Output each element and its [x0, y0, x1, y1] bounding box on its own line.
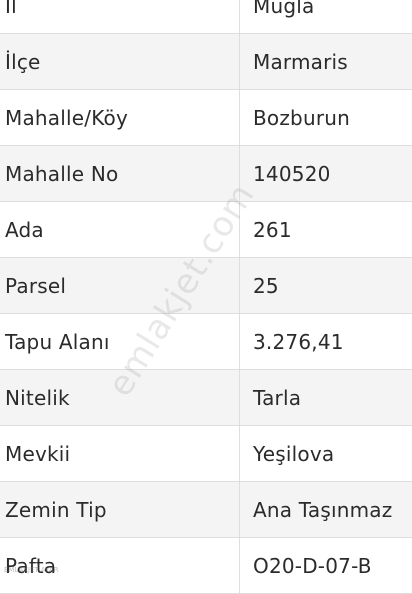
row-value: Ana Taşınmaz	[253, 497, 393, 522]
table-row: Mahalle/Köy Bozburun	[0, 90, 412, 146]
table-row: Pafta O20-D-07-B	[0, 538, 412, 594]
row-value: 261	[253, 217, 292, 242]
table-row: Mahalle No 140520	[0, 146, 412, 202]
row-label: Nitelik	[0, 370, 240, 425]
row-value: Marmaris	[253, 49, 348, 74]
row-label: Ada	[0, 202, 240, 257]
bottom-watermark: EMLAKJET AYAR	[4, 566, 59, 574]
row-value: 140520	[253, 161, 331, 186]
row-value: O20-D-07-B	[253, 553, 372, 578]
table-row: Nitelik Tarla	[0, 370, 412, 426]
row-label: Mahalle No	[0, 146, 240, 201]
row-value: Muğla	[253, 0, 315, 18]
row-value: 25	[253, 273, 279, 298]
table-row: Tapu Alanı 3.276,41	[0, 314, 412, 370]
row-label: İl	[0, 0, 240, 33]
table-row: Zemin Tip Ana Taşınmaz	[0, 482, 412, 538]
table-row: İl Muğla	[0, 0, 412, 34]
row-label: Mevkii	[0, 426, 240, 481]
row-value: Bozburun	[253, 105, 351, 130]
row-value: Tarla	[253, 385, 302, 410]
table-row: Ada 261	[0, 202, 412, 258]
row-label: Zemin Tip	[0, 482, 240, 537]
row-value: 3.276,41	[253, 329, 344, 354]
table-row: İlçe Marmaris	[0, 34, 412, 90]
parcel-info-table: İl Muğla İlçe Marmaris Mahalle/Köy Bozbu…	[0, 0, 412, 594]
row-label: Tapu Alanı	[0, 314, 240, 369]
table-row: Mevkii Yeşilova	[0, 426, 412, 482]
row-value: Yeşilova	[253, 441, 335, 466]
row-label: Mahalle/Köy	[0, 90, 240, 145]
row-label: Parsel	[0, 258, 240, 313]
table-row: Parsel 25	[0, 258, 412, 314]
row-label: İlçe	[0, 34, 240, 89]
